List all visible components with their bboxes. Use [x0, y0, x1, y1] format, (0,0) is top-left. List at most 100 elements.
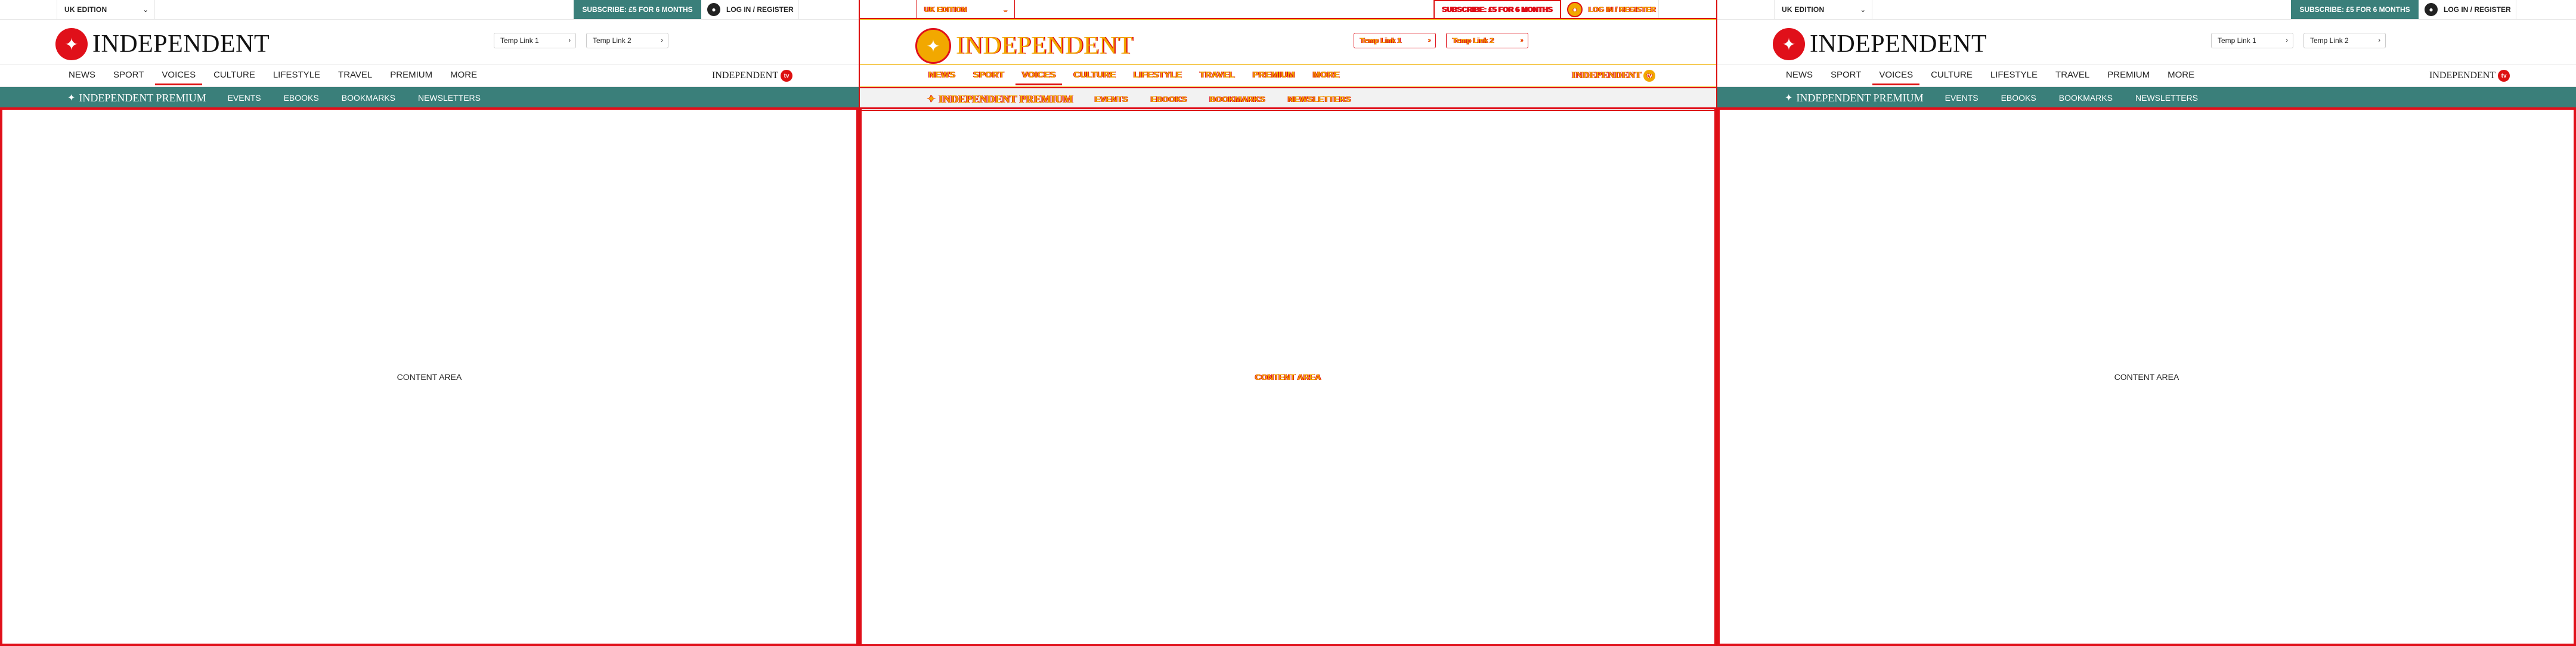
premium-events[interactable]: EVENTS [1095, 94, 1128, 104]
chevron-right-icon: › [2286, 37, 2288, 44]
top-utility-bar: UK EDITION ⌄ SUBSCRIBE: £5 FOR 6 MONTHS … [1717, 0, 2576, 20]
temp-link-2[interactable]: Temp Link 2 › [586, 33, 668, 48]
edition-selector[interactable]: UK EDITION ⌄ [57, 0, 155, 19]
premium-events[interactable]: EVENTS [228, 93, 261, 103]
nav-more[interactable]: MORE [2159, 65, 2203, 86]
premium-logo[interactable]: ✦ INDEPENDENT PREMIUM [1785, 92, 1924, 104]
premium-bookmarks[interactable]: BOOKMARKS [342, 93, 395, 103]
eagle-icon: ✦ [67, 93, 76, 103]
temp-link-2-label: Temp Link 2 [2310, 36, 2349, 45]
panel-left: UK EDITION ⌄ SUBSCRIBE: £5 FOR 6 MONTHS … [0, 0, 859, 646]
content-area: CONTENT AREA [0, 107, 859, 646]
user-icon: ● [2425, 3, 2438, 16]
nav-premium[interactable]: PREMIUM [1244, 65, 1304, 86]
site-logo[interactable]: ✦ INDEPENDENT [1773, 28, 1987, 60]
content-area-label: CONTENT AREA [1255, 372, 1321, 382]
nav-sport[interactable]: SPORT [1822, 65, 1870, 86]
nav-culture[interactable]: CULTURE [1922, 65, 1981, 86]
nav-more[interactable]: MORE [1304, 65, 1349, 86]
nav-sport[interactable]: SPORT [104, 65, 153, 86]
premium-logo-text: INDEPENDENT PREMIUM [939, 92, 1073, 105]
eagle-icon: ✦ [55, 28, 88, 60]
premium-bookmarks[interactable]: BOOKMARKS [2059, 93, 2113, 103]
premium-bar: ✦ INDEPENDENT PREMIUM EVENTS EBOOKS BOOKM… [0, 87, 859, 109]
premium-logo-text: INDEPENDENT PREMIUM [1796, 91, 1924, 104]
nav-voices[interactable]: VOICES [1870, 65, 1922, 86]
nav-premium[interactable]: PREMIUM [381, 65, 441, 86]
independent-tv-link[interactable]: INDEPENDENT tv [712, 70, 793, 82]
premium-newsletters[interactable]: NEWSLETTERS [418, 93, 481, 103]
nav-lifestyle[interactable]: LIFESTYLE [1981, 65, 2046, 86]
panel-right: UK EDITION ⌄ SUBSCRIBE: £5 FOR 6 MONTHS … [1717, 0, 2576, 646]
nav-travel[interactable]: TRAVEL [2046, 65, 2098, 86]
premium-ebooks[interactable]: EBOOKS [2001, 93, 2036, 103]
premium-logo-text: INDEPENDENT PREMIUM [79, 91, 206, 104]
premium-events[interactable]: EVENTS [1945, 93, 1979, 103]
nav-news[interactable]: NEWS [1777, 65, 1822, 86]
eagle-icon: ✦ [927, 94, 936, 104]
login-label: LOG IN / REGISTER [1589, 5, 1656, 14]
temp-link-1-label: Temp Link 1 [2218, 36, 2256, 45]
independent-tv-link[interactable]: INDEPENDENT tv [1572, 70, 1656, 82]
subscribe-button[interactable]: SUBSCRIBE: £5 FOR 6 MONTHS [574, 0, 701, 19]
content-area-label: CONTENT AREA [397, 372, 462, 382]
edition-label: UK EDITION [1782, 5, 1825, 14]
premium-ebooks[interactable]: EBOOKS [1151, 94, 1187, 104]
eagle-icon: ✦ [915, 28, 951, 64]
site-logo[interactable]: ✦ INDEPENDENT [915, 28, 1133, 64]
masthead: ✦ INDEPENDENT Temp Link 1 › Temp Link 2 … [0, 20, 859, 65]
temp-link-2[interactable]: Temp Link 2 › [2303, 33, 2386, 48]
nav-travel[interactable]: TRAVEL [329, 65, 381, 86]
top-utility-bar: UK EDITION ⌄ SUBSCRIBE: £5 FOR 6 MONTHS … [860, 0, 1716, 20]
subscribe-button[interactable]: SUBSCRIBE: £5 FOR 6 MONTHS [1433, 0, 1561, 19]
main-nav: NEWS SPORT VOICES CULTURE LIFESTYLE TRAV… [0, 65, 859, 87]
independent-tv-link[interactable]: INDEPENDENT tv [2429, 70, 2510, 82]
subscribe-button[interactable]: SUBSCRIBE: £5 FOR 6 MONTHS [2291, 0, 2419, 19]
nav-culture[interactable]: CULTURE [1064, 65, 1125, 86]
temp-link-1[interactable]: Temp Link 1 › [2211, 33, 2293, 48]
nav-lifestyle[interactable]: LIFESTYLE [264, 65, 329, 86]
tv-badge: tv [2498, 70, 2510, 82]
temp-link-1[interactable]: Temp Link 1 › [1354, 33, 1436, 48]
edition-selector[interactable]: UK EDITION ⌄ [917, 0, 1015, 19]
nav-news[interactable]: NEWS [60, 65, 104, 86]
login-button[interactable]: ● LOG IN / REGISTER [701, 0, 799, 19]
content-area: CONTENT AREA [1717, 107, 2576, 646]
login-button[interactable]: ● LOG IN / REGISTER [2419, 0, 2516, 19]
nav-more[interactable]: MORE [441, 65, 486, 86]
nav-lifestyle[interactable]: LIFESTYLE [1125, 65, 1191, 86]
nav-voices[interactable]: VOICES [1013, 65, 1065, 86]
premium-newsletters[interactable]: NEWSLETTERS [1288, 94, 1351, 104]
nav-news[interactable]: NEWS [919, 65, 964, 86]
login-button[interactable]: ● LOG IN / REGISTER [1561, 0, 1659, 19]
divider [860, 18, 1716, 19]
main-nav: NEWS SPORT VOICES CULTURE LIFESTYLE TRAV… [860, 65, 1716, 87]
panel-middle: UK EDITION ⌄ SUBSCRIBE: £5 FOR 6 MONTHS … [859, 0, 1717, 646]
temp-link-1[interactable]: Temp Link 1 › [494, 33, 576, 48]
nav-travel[interactable]: TRAVEL [1191, 65, 1244, 86]
site-logo[interactable]: ✦ INDEPENDENT [55, 28, 270, 60]
chevron-right-icon: › [661, 37, 663, 44]
masthead: ✦ INDEPENDENT Temp Link 1 › Temp Link 2 … [860, 20, 1716, 65]
user-icon: ● [707, 3, 720, 16]
premium-logo[interactable]: ✦ INDEPENDENT PREMIUM [67, 92, 206, 104]
chevron-down-icon: ⌄ [143, 7, 148, 14]
premium-newsletters[interactable]: NEWSLETTERS [2135, 93, 2198, 103]
chevron-right-icon: › [568, 37, 571, 44]
chevron-down-icon: ⌄ [1860, 7, 1866, 14]
nav-premium[interactable]: PREMIUM [2098, 65, 2159, 86]
logo-text: INDEPENDENT [956, 32, 1134, 60]
premium-ebooks[interactable]: EBOOKS [284, 93, 319, 103]
edition-selector[interactable]: UK EDITION ⌄ [1774, 0, 1872, 19]
nav-sport[interactable]: SPORT [964, 65, 1013, 86]
premium-bookmarks[interactable]: BOOKMARKS [1209, 94, 1265, 104]
nav-voices[interactable]: VOICES [153, 65, 205, 86]
login-label: LOG IN / REGISTER [726, 5, 794, 14]
content-area-label: CONTENT AREA [2114, 372, 2179, 382]
tv-logo-text: INDEPENDENT [2429, 70, 2496, 81]
premium-logo[interactable]: ✦ INDEPENDENT PREMIUM [927, 93, 1073, 106]
chevron-down-icon: ⌄ [1002, 7, 1008, 14]
edition-label: UK EDITION [924, 5, 967, 14]
temp-link-2[interactable]: Temp Link 2 › [1446, 33, 1528, 48]
nav-culture[interactable]: CULTURE [205, 65, 264, 86]
